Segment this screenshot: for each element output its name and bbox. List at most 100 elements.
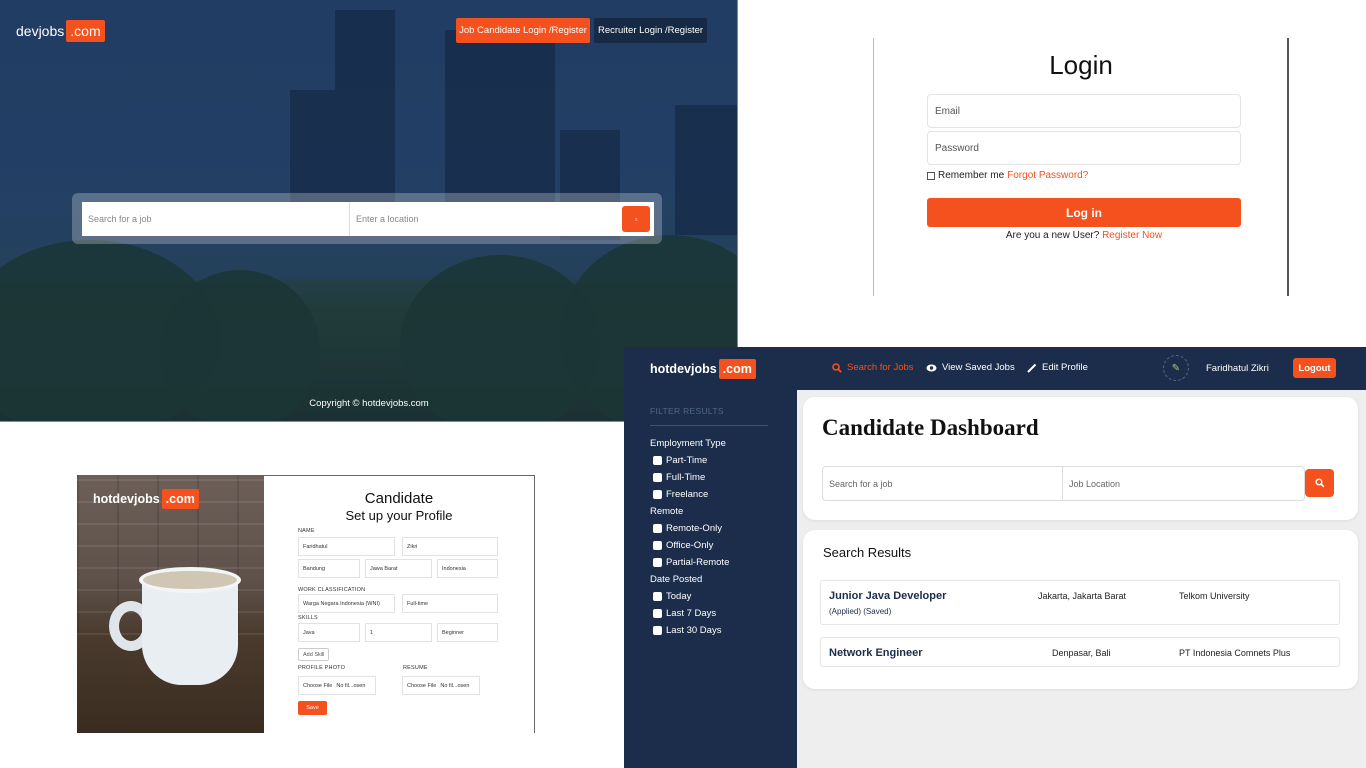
last-name-field[interactable]: Zikri bbox=[402, 537, 498, 556]
search-icon bbox=[1314, 478, 1324, 488]
checkbox[interactable] bbox=[653, 609, 662, 618]
filter-last-7-days[interactable]: Last 7 Days bbox=[653, 608, 716, 619]
checkbox[interactable] bbox=[653, 558, 662, 567]
job-location-input[interactable]: Job Location bbox=[1063, 467, 1305, 500]
save-button[interactable]: Save bbox=[298, 701, 327, 715]
brand-name: hotdevjobs bbox=[650, 362, 717, 376]
filter-label: Office-Only bbox=[666, 540, 714, 551]
work-type-select[interactable]: Full-time bbox=[402, 594, 498, 613]
profile-photo-label: PROFILE PHOTO bbox=[298, 665, 346, 671]
filter-partial-remote[interactable]: Partial-Remote bbox=[653, 557, 729, 568]
filter-freelance[interactable]: Freelance bbox=[653, 489, 708, 500]
checkbox[interactable] bbox=[653, 456, 662, 465]
password-field[interactable]: Password bbox=[927, 131, 1241, 165]
filter-title: FILTER RESULTS bbox=[650, 406, 724, 416]
country-field[interactable]: Indonesia bbox=[437, 559, 498, 578]
register-link[interactable]: Register Now bbox=[1102, 230, 1162, 241]
results-title: Search Results bbox=[823, 545, 912, 560]
location-input[interactable]: Enter a location bbox=[350, 202, 620, 236]
work-authorization-select[interactable]: Warga Negara Indonesia (WNI) bbox=[298, 594, 395, 613]
filter-label: Freelance bbox=[666, 489, 709, 500]
add-skill-button[interactable]: Add Skill bbox=[298, 648, 330, 661]
job-result-row[interactable]: Junior Java Developer (Applied) (Saved) … bbox=[820, 580, 1340, 625]
nav-edit-profile[interactable]: Edit Profile bbox=[1027, 362, 1088, 373]
candidate-login-button[interactable]: Job Candidate Login /Register bbox=[456, 18, 590, 43]
hotdevjobs-logo[interactable]: hotdevjobs .com bbox=[650, 359, 756, 379]
email-field[interactable]: Email bbox=[927, 94, 1241, 128]
choose-file-button[interactable]: Choose File bbox=[303, 683, 332, 689]
resume-upload[interactable]: Choose File No fil...osen bbox=[402, 676, 480, 695]
no-file-text: No fil...osen bbox=[336, 682, 366, 689]
coffee-photo bbox=[77, 475, 264, 733]
skill-name-field[interactable]: Java bbox=[298, 623, 360, 642]
remember-me-row: Remember me Forgot Password? bbox=[927, 170, 1088, 181]
city-field[interactable]: Bandung bbox=[298, 559, 360, 578]
filter-label: Today bbox=[666, 591, 692, 602]
checkbox[interactable] bbox=[653, 524, 662, 533]
filter-full-time[interactable]: Full-Time bbox=[653, 472, 705, 483]
checkbox[interactable] bbox=[653, 626, 662, 635]
job-location: Jakarta, Jakarta Barat bbox=[1038, 591, 1127, 601]
nav-search-jobs[interactable]: Search for Jobs bbox=[832, 362, 914, 373]
resume-label: RESUME bbox=[403, 665, 428, 671]
checkbox[interactable] bbox=[653, 541, 662, 550]
pencil-icon bbox=[1027, 363, 1037, 373]
checkbox[interactable] bbox=[653, 592, 662, 601]
filter-label: Partial-Remote bbox=[666, 557, 730, 568]
user-name: Faridhatul Zikri bbox=[1206, 363, 1269, 374]
brand-suffix: .com bbox=[66, 20, 105, 42]
search-button[interactable]: ▫ bbox=[622, 206, 650, 232]
filter-label: Last 7 Days bbox=[666, 608, 717, 619]
checkbox[interactable] bbox=[653, 490, 662, 499]
search-button[interactable] bbox=[1305, 469, 1334, 497]
work-classification-label: WORK CLASSIFICATION bbox=[298, 587, 366, 593]
name-label: NAME bbox=[298, 528, 315, 534]
filter-label: Last 30 Days bbox=[666, 625, 722, 636]
avatar[interactable]: ✎ bbox=[1163, 355, 1189, 381]
job-search-input[interactable]: Search for a job bbox=[823, 467, 1063, 500]
profile-photo-upload[interactable]: Choose File No fil...osen bbox=[298, 676, 376, 695]
hotdevjobs-logo[interactable]: hotdevjobs .com bbox=[93, 489, 199, 509]
profile-subtitle: Set up your Profile bbox=[345, 508, 453, 523]
checkbox[interactable] bbox=[653, 473, 662, 482]
dashboard-search-bar: Search for a job Job Location bbox=[822, 466, 1305, 501]
filter-last-30-days[interactable]: Last 30 Days bbox=[653, 625, 721, 636]
new-user-row: Are you a new User? Register Now bbox=[927, 230, 1241, 241]
job-search-input[interactable]: Search for a job bbox=[82, 202, 350, 236]
page-title: Candidate Dashboard bbox=[822, 415, 1039, 440]
nav-edit-label: Edit Profile bbox=[1042, 362, 1088, 373]
devjobs-logo[interactable]: devjobs .com bbox=[16, 20, 105, 42]
first-name-field[interactable]: Faridhatul bbox=[298, 537, 395, 556]
job-title[interactable]: Network Engineer bbox=[829, 647, 923, 659]
logout-button[interactable]: Logout bbox=[1293, 358, 1336, 378]
filter-label: Full-Time bbox=[666, 472, 706, 483]
job-company: PT Indonesia Comnets Plus bbox=[1179, 648, 1291, 658]
filter-label: Part-Time bbox=[666, 455, 708, 466]
filter-part-time[interactable]: Part-Time bbox=[653, 455, 707, 466]
job-company: Telkom University bbox=[1179, 591, 1250, 601]
nav-saved-label: View Saved Jobs bbox=[942, 362, 1015, 373]
province-field[interactable]: Jawa Barat bbox=[365, 559, 432, 578]
job-title[interactable]: Junior Java Developer bbox=[829, 590, 946, 602]
skill-years-field[interactable]: 1 bbox=[365, 623, 432, 642]
nav-saved-jobs[interactable]: View Saved Jobs bbox=[926, 362, 1015, 373]
filter-today[interactable]: Today bbox=[653, 591, 691, 602]
filter-office-only[interactable]: Office-Only bbox=[653, 540, 713, 551]
login-button[interactable]: Log in bbox=[927, 198, 1241, 227]
filter-remote-only[interactable]: Remote-Only bbox=[653, 523, 722, 534]
job-result-row[interactable]: Network Engineer Denpasar, Bali PT Indon… bbox=[820, 637, 1340, 667]
new-user-text: Are you a new User? bbox=[1005, 230, 1100, 241]
choose-file-button[interactable]: Choose File bbox=[407, 683, 436, 689]
filter-divider bbox=[650, 425, 768, 426]
remember-me-label: Remember me bbox=[938, 170, 1005, 181]
remember-me-checkbox[interactable] bbox=[927, 171, 935, 180]
avatar-image-icon: ✎ bbox=[1171, 362, 1181, 374]
skill-level-select[interactable]: Beginner bbox=[437, 623, 498, 642]
login-title: Login bbox=[1049, 50, 1113, 80]
job-status: (Applied) (Saved) bbox=[829, 607, 892, 616]
recruiter-login-button[interactable]: Recruiter Login /Register bbox=[594, 18, 707, 43]
forgot-password-link[interactable]: Forgot Password? bbox=[1007, 170, 1088, 181]
search-icon bbox=[832, 362, 842, 373]
brand-name: hotdevjobs bbox=[93, 492, 160, 506]
brand-name: devjobs bbox=[16, 23, 65, 39]
